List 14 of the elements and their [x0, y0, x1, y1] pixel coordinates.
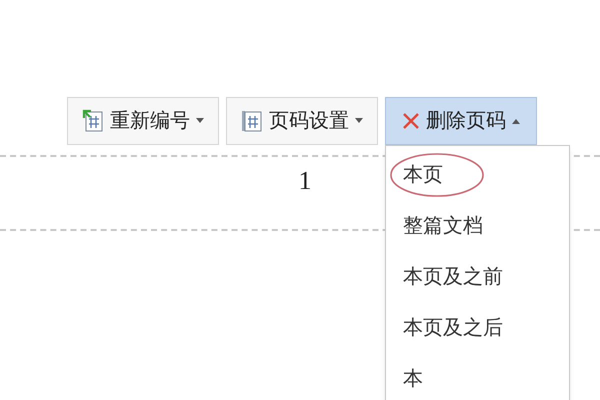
- menu-item[interactable]: 本页及之前: [403, 262, 503, 292]
- page-number-icon: [241, 109, 263, 133]
- toolbar-button[interactable]: 重新编号: [67, 97, 219, 145]
- close-icon: [402, 112, 420, 130]
- toolbar-button[interactable]: 页码设置: [226, 97, 378, 145]
- menu-item[interactable]: 本: [403, 364, 423, 394]
- menu-item[interactable]: 整篇文档: [403, 211, 483, 241]
- caret-icon: [512, 118, 520, 124]
- toolbar-button[interactable]: 删除页码: [385, 97, 537, 145]
- menu-item[interactable]: 本页及之后: [403, 313, 503, 343]
- caret-icon: [355, 118, 363, 124]
- caret-icon: [196, 118, 204, 124]
- page-number: 1: [298, 165, 312, 197]
- renumber-icon: [82, 109, 104, 133]
